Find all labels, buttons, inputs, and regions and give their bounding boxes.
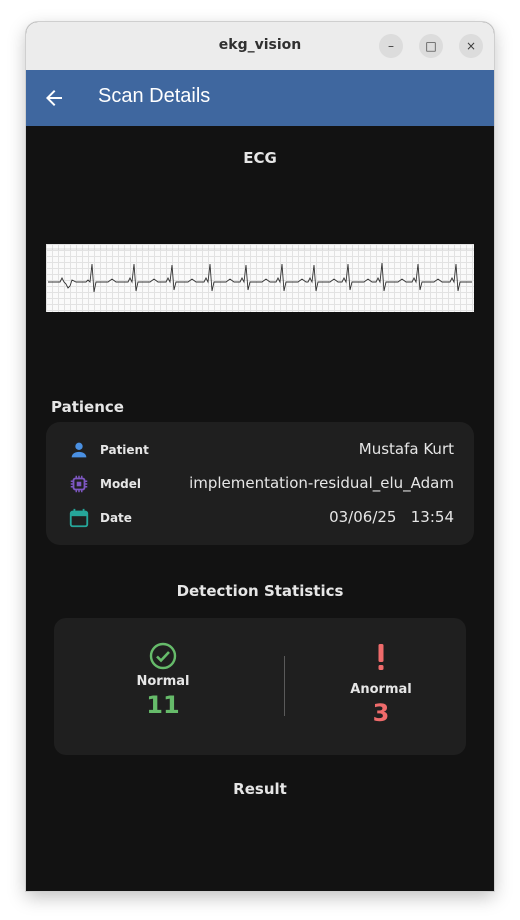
- back-button[interactable]: [42, 86, 66, 110]
- abnormal-label: Anormal: [350, 682, 412, 697]
- model-row: Model implementation-residual_elu_Adam: [46, 473, 474, 497]
- detection-statistics-card: Normal 11 Anormal 3: [54, 618, 466, 755]
- person-icon: [71, 442, 87, 458]
- model-label: Model: [100, 477, 142, 491]
- calendar-icon: [69, 508, 89, 528]
- model-value: implementation-residual_elu_Adam: [189, 474, 454, 492]
- patience-title: Patience: [51, 398, 124, 416]
- ecg-title: ECG: [243, 149, 277, 167]
- normal-count: 11: [146, 691, 180, 719]
- date-value: 03/06/25 13:54: [329, 508, 454, 526]
- patient-value: Mustafa Kurt: [358, 440, 454, 458]
- minimize-button[interactable]: –: [379, 34, 403, 58]
- detection-statistics-title: Detection Statistics: [176, 582, 344, 600]
- close-button[interactable]: ×: [459, 34, 483, 58]
- abnormal-count: 3: [372, 699, 390, 727]
- stats-divider: [284, 656, 285, 716]
- normal-label: Normal: [136, 674, 190, 689]
- patient-row: Patient Mustafa Kurt: [46, 439, 474, 463]
- date-label: Date: [100, 511, 132, 525]
- arrow-back-icon: [46, 90, 62, 106]
- chip-icon: [70, 475, 88, 493]
- ecg-waveform: [46, 248, 474, 293]
- page-title: Scan Details: [98, 85, 211, 107]
- app-window: ekg_vision – □ × Scan Details ECG Patien…: [26, 22, 494, 891]
- date-row: Date 03/06/25 13:54: [46, 507, 474, 531]
- abnormal-stat: Anormal 3: [291, 642, 471, 727]
- title-bar: ekg_vision – □ ×: [26, 22, 494, 71]
- exclamation-icon: [378, 644, 384, 670]
- app-bar: Scan Details: [26, 70, 494, 126]
- normal-stat: Normal 11: [73, 642, 253, 719]
- maximize-button[interactable]: □: [419, 34, 443, 58]
- patient-label: Patient: [100, 443, 149, 457]
- patient-info-card: Patient Mustafa Kurt Model implementatio…: [46, 422, 474, 545]
- check-circle-icon: [149, 642, 177, 670]
- result-title: Result: [233, 780, 287, 798]
- ecg-image: [46, 244, 474, 312]
